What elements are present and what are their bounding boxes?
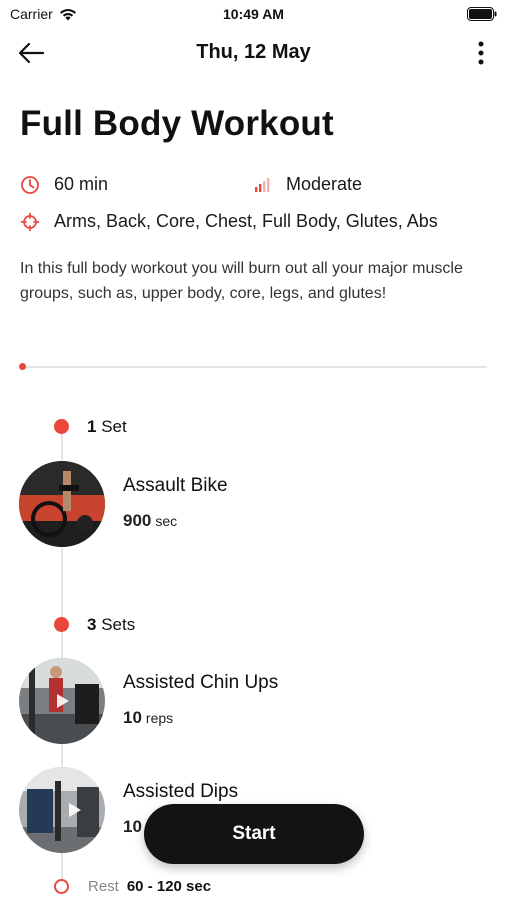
level-row: Moderate bbox=[252, 174, 362, 195]
start-button[interactable]: Start bbox=[144, 804, 364, 864]
more-options-button[interactable] bbox=[471, 38, 491, 68]
set-header: 1 Set bbox=[87, 417, 127, 437]
duration-row: 60 min bbox=[20, 174, 108, 195]
set-header: 3 Sets bbox=[87, 615, 135, 635]
exercise-thumbnail bbox=[19, 658, 105, 744]
exercise-amount-value: 10 bbox=[123, 817, 142, 836]
dips-image bbox=[19, 767, 105, 853]
exercise-name: Assisted Dips bbox=[123, 781, 239, 802]
rest-marker bbox=[54, 879, 69, 894]
rest-row: Rest 60 - 120 sec bbox=[88, 878, 211, 895]
exercise-item[interactable]: Assisted Chin Ups 10 reps bbox=[19, 658, 489, 744]
target-icon bbox=[20, 212, 40, 231]
battery-icon bbox=[467, 7, 497, 21]
level-value: Moderate bbox=[286, 174, 363, 194]
set-count: 1 bbox=[87, 417, 97, 436]
chin-ups-image bbox=[19, 658, 105, 744]
set-count: 3 bbox=[87, 615, 97, 634]
assault-bike-image bbox=[19, 461, 105, 547]
exercise-amount-unit: reps bbox=[145, 710, 174, 726]
set-marker bbox=[54, 617, 69, 632]
more-vertical-icon bbox=[478, 41, 484, 65]
targets-value: Arms, Back, Core, Chest, Full Body, Glut… bbox=[54, 211, 438, 231]
timeline-line bbox=[61, 852, 63, 880]
status-bar: Carrier 10:49 AM bbox=[0, 0, 507, 30]
workout-title: Full Body Workout bbox=[20, 104, 334, 143]
duration-value: 60 min bbox=[54, 174, 109, 194]
exercise-name: Assisted Chin Ups bbox=[123, 672, 279, 693]
progress-indicator bbox=[19, 363, 26, 370]
nav-title: Thu, 12 May bbox=[196, 41, 311, 63]
set-label-text: Sets bbox=[101, 615, 136, 634]
nav-bar: Thu, 12 May bbox=[0, 30, 507, 76]
exercise-amount-value: 900 bbox=[123, 511, 152, 530]
targets-row: Arms, Back, Core, Chest, Full Body, Glut… bbox=[20, 211, 438, 232]
timeline-line bbox=[61, 630, 63, 660]
rest-value: 60 - 120 sec bbox=[126, 878, 212, 895]
exercise-thumbnail bbox=[19, 461, 105, 547]
workout-description: In this full body workout you will burn … bbox=[20, 260, 463, 302]
exercise-item[interactable]: Assault Bike 900 sec bbox=[19, 461, 489, 547]
exercise-amount: 900 sec bbox=[123, 511, 177, 531]
timeline-line bbox=[61, 546, 63, 628]
clock-icon bbox=[21, 175, 39, 194]
rest-label: Rest bbox=[88, 878, 119, 895]
intensity-bars-icon bbox=[255, 177, 270, 192]
set-marker bbox=[54, 419, 69, 434]
exercise-amount-value: 10 bbox=[123, 708, 142, 727]
progress-track bbox=[20, 366, 487, 368]
exercise-name: Assault Bike bbox=[123, 475, 228, 496]
exercise-thumbnail bbox=[19, 767, 105, 853]
status-time: 10:49 AM bbox=[223, 6, 284, 22]
exercise-amount-unit: sec bbox=[155, 513, 178, 529]
exercise-amount: 10reps bbox=[123, 708, 173, 728]
set-label-text: Set bbox=[101, 417, 127, 436]
